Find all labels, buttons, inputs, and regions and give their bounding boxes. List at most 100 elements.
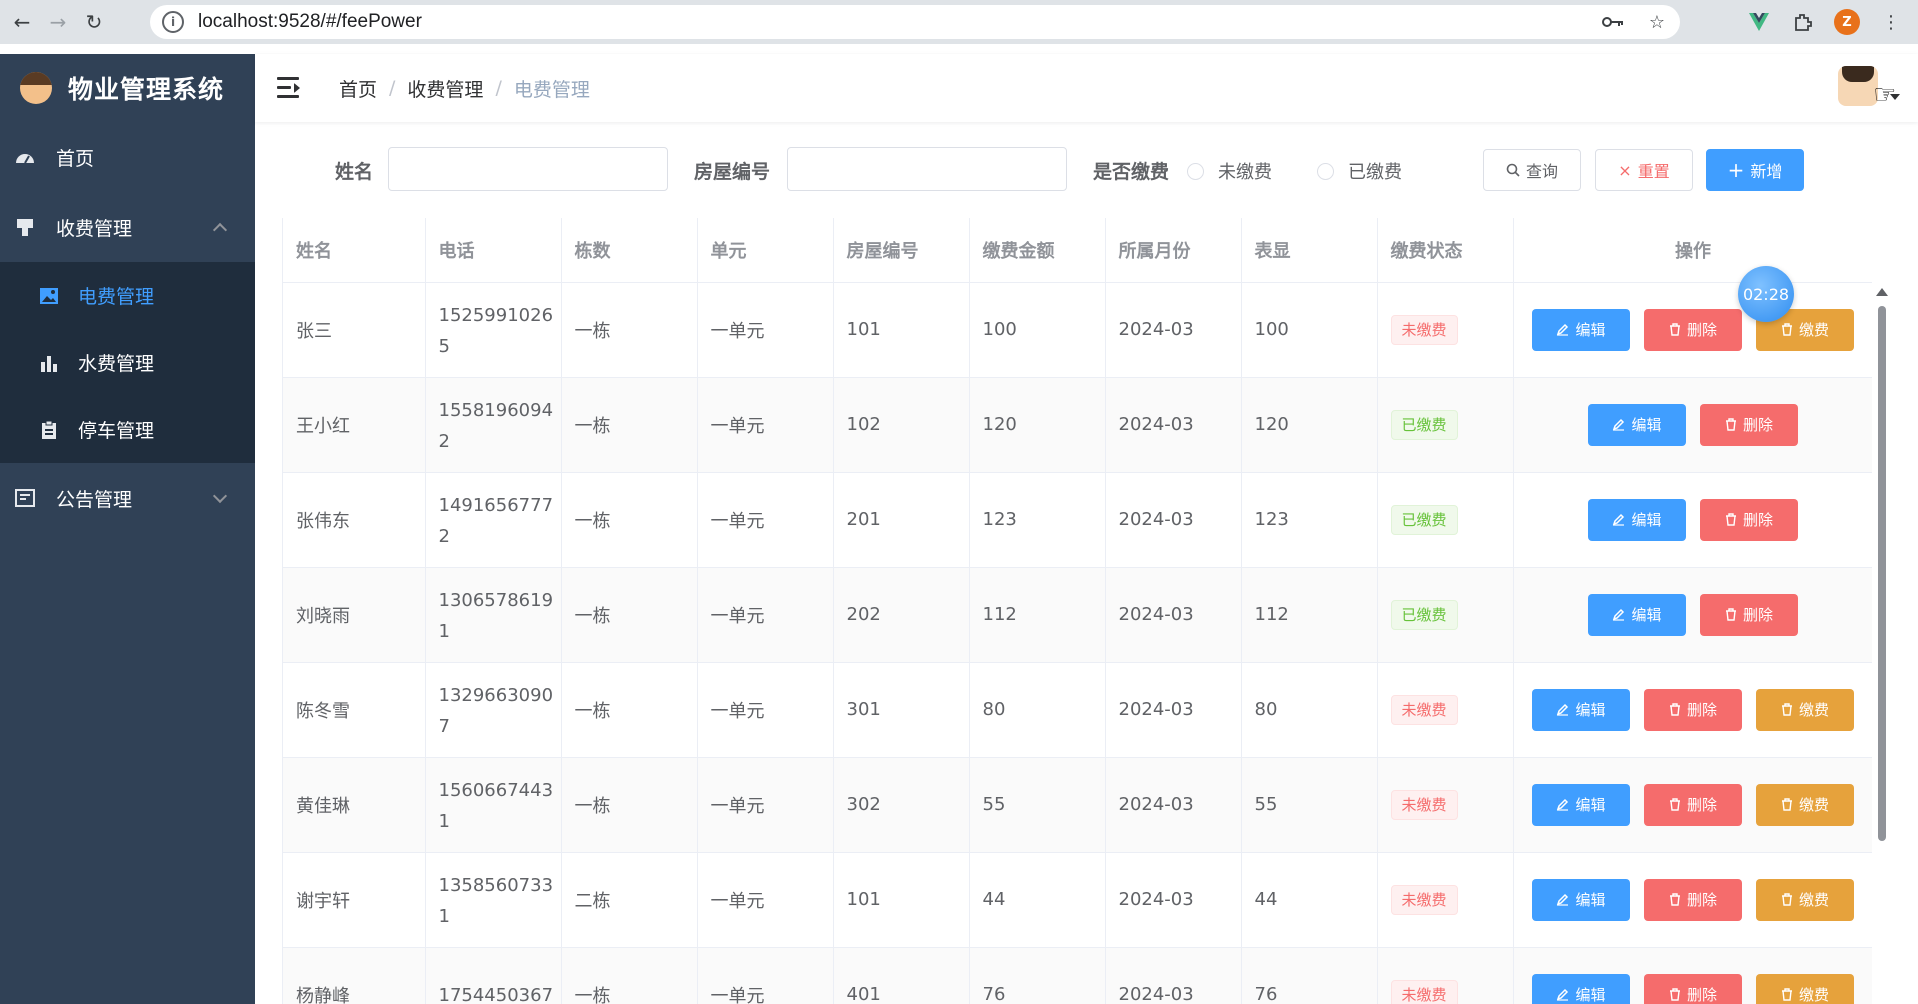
table-row: 黄佳琳 1560667443 1 一栋 一单元 302 55 2024-03 55 未缴费 编辑 删除…: [283, 757, 1872, 853]
cell-month-text: 2024-03: [1118, 509, 1194, 530]
site-info-icon[interactable]: i: [162, 11, 184, 33]
cell-house-text: 401: [846, 984, 881, 1004]
timer-badge[interactable]: 02:28: [1738, 266, 1794, 322]
breadcrumb-home[interactable]: 首页: [339, 75, 377, 102]
radio-unpaid[interactable]: 未缴费: [1187, 158, 1272, 184]
sidebar-item-water[interactable]: 水费管理: [0, 329, 255, 396]
forward-icon[interactable]: →: [44, 8, 72, 36]
cell-meter: 123: [1241, 472, 1378, 568]
cell-actions: 编辑 删除 缴费: [1513, 947, 1872, 1004]
delete-button[interactable]: 删除: [1700, 593, 1798, 636]
breadcrumb-separator: /: [389, 77, 396, 99]
edit-button[interactable]: 编辑: [1532, 308, 1630, 351]
cell-house: 102: [833, 377, 970, 473]
cell-building: 一栋: [561, 567, 698, 663]
cell-building: 一栋: [561, 282, 698, 378]
sidebar-item-notice[interactable]: 公告管理: [0, 463, 255, 533]
cell-unit: 一单元: [697, 757, 834, 853]
cell-actions: 编辑 删除: [1513, 377, 1872, 473]
extensions-icon[interactable]: [1790, 9, 1816, 35]
name-input[interactable]: [388, 147, 668, 191]
edit-icon: [1557, 798, 1569, 811]
hamburger-icon[interactable]: [277, 77, 305, 99]
delete-button[interactable]: 删除: [1644, 688, 1742, 731]
cell-building: 二栋: [561, 852, 698, 948]
cell-building: 一栋: [561, 472, 698, 568]
cell-phone-line2: 1: [438, 620, 450, 642]
delete-button[interactable]: 删除: [1644, 308, 1742, 351]
delete-button[interactable]: 删除: [1644, 878, 1742, 921]
status-badge: 未缴费: [1390, 314, 1458, 345]
scroll-thumb[interactable]: [1878, 306, 1886, 841]
cell-unit-text: 一单元: [710, 320, 765, 342]
edit-button[interactable]: 编辑: [1588, 593, 1686, 636]
sidebar-item-label: 电费管理: [78, 286, 155, 308]
back-icon[interactable]: ←: [8, 8, 36, 36]
scroll-up-arrow-icon[interactable]: [1876, 288, 1888, 296]
bookmark-star-icon[interactable]: ☆: [1644, 9, 1670, 35]
cell-amount: 76: [969, 947, 1106, 1004]
house-input[interactable]: [787, 147, 1067, 191]
radio-circle[interactable]: [1187, 162, 1204, 180]
address-bar[interactable]: i localhost:9528/#/feePower ☆: [150, 5, 1680, 39]
edit-icon: [1557, 988, 1569, 1001]
cell-name-text: 张伟东: [296, 510, 350, 532]
cell-building: 一栋: [561, 662, 698, 758]
radio-circle[interactable]: [1317, 162, 1334, 180]
query-button[interactable]: 查询: [1483, 149, 1581, 191]
cell-actions: 编辑 删除 缴费: [1513, 282, 1872, 378]
table-scrollbar[interactable]: [1876, 286, 1888, 846]
radio-paid[interactable]: 已缴费: [1317, 158, 1402, 184]
cell-status: 未缴费: [1377, 662, 1514, 758]
cell-house-text: 201: [846, 509, 881, 530]
pay-button[interactable]: 缴费: [1756, 973, 1854, 1004]
delete-button[interactable]: 删除: [1644, 973, 1742, 1004]
house-label: 房屋编号: [694, 161, 771, 183]
user-avatar[interactable]: [1838, 66, 1878, 106]
sidebar-item-power[interactable]: 电费管理: [0, 262, 255, 329]
delete-label: 删除: [1686, 891, 1717, 909]
cell-meter-text: 120: [1254, 414, 1289, 435]
column-header: 所属月份: [1105, 218, 1242, 283]
edit-button[interactable]: 编辑: [1532, 688, 1630, 731]
edit-button[interactable]: 编辑: [1532, 973, 1630, 1004]
cell-building: 一栋: [561, 377, 698, 473]
cell-amount-text: 123: [982, 509, 1017, 530]
sidebar-item-parking[interactable]: 停车管理: [0, 396, 255, 463]
edit-button[interactable]: 编辑: [1588, 403, 1686, 446]
cell-status: 已缴费: [1377, 377, 1514, 473]
pay-button[interactable]: 缴费: [1756, 688, 1854, 731]
cell-actions: 编辑 删除: [1513, 472, 1872, 568]
sidebar-item-label: 首页: [56, 147, 95, 170]
cell-phone: 1329663090 7: [425, 662, 562, 758]
delete-button[interactable]: 删除: [1700, 498, 1798, 541]
delete-button[interactable]: 删除: [1644, 783, 1742, 826]
cell-house-text: 202: [846, 604, 881, 625]
delete-label: 删除: [1686, 701, 1717, 719]
password-key-icon[interactable]: [1600, 9, 1626, 35]
more-menu-icon[interactable]: ⋮: [1878, 9, 1904, 35]
edit-button[interactable]: 编辑: [1532, 878, 1630, 921]
cell-building-text: 一栋: [574, 700, 611, 722]
vue-devtools-icon[interactable]: [1746, 9, 1772, 35]
cell-name-text: 张三: [296, 320, 332, 342]
cell-building: 一栋: [561, 947, 698, 1004]
reset-button[interactable]: × 重置: [1595, 149, 1693, 191]
sidebar-item-home[interactable]: 首页: [0, 122, 255, 192]
cell-status: 未缴费: [1377, 947, 1514, 1004]
pay-button[interactable]: 缴费: [1756, 878, 1854, 921]
profile-avatar[interactable]: Z: [1834, 9, 1860, 35]
pay-button[interactable]: 缴费: [1756, 783, 1854, 826]
reload-icon[interactable]: ↻: [80, 8, 108, 36]
cell-unit-text: 一单元: [710, 890, 765, 912]
cell-building-text: 一栋: [574, 320, 611, 342]
sidebar-item-fee[interactable]: 收费管理: [0, 192, 255, 262]
table-row: 张伟东 1491656777 2 一栋 一单元 201 123 2024-03 123 已缴费 编辑…: [283, 472, 1872, 568]
edit-button[interactable]: 编辑: [1532, 783, 1630, 826]
add-button[interactable]: + 新增: [1706, 149, 1804, 191]
delete-label: 删除: [1742, 511, 1773, 529]
edit-button[interactable]: 编辑: [1588, 498, 1686, 541]
url-text[interactable]: localhost:9528/#/feePower: [198, 11, 422, 33]
delete-button[interactable]: 删除: [1700, 403, 1798, 446]
cell-meter: 44: [1241, 852, 1378, 948]
